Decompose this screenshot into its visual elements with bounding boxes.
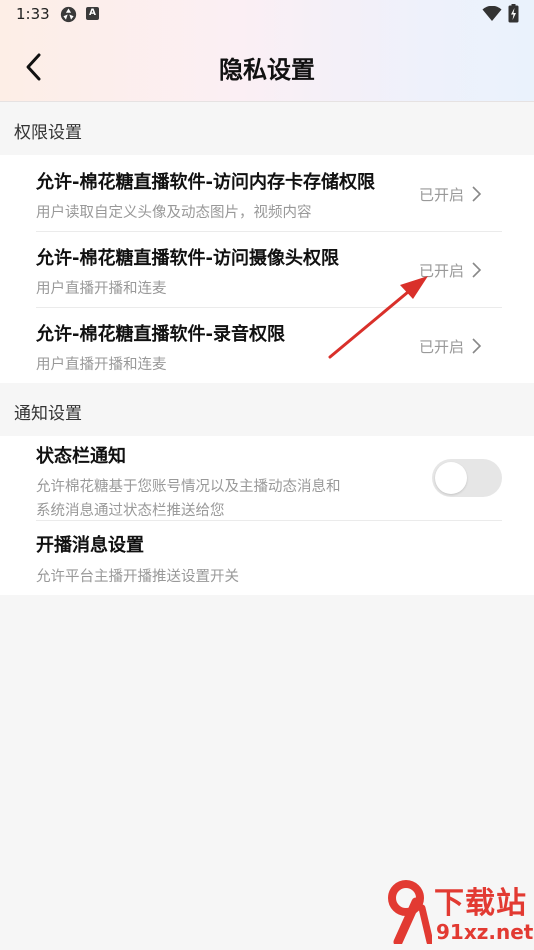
notification-description: 允许平台主播开播推送设置开关: [36, 569, 239, 585]
notification-row-live[interactable]: 开播消息设置 允许平台主播开播推送设置开关: [36, 521, 502, 595]
section-title-permissions: 权限设置: [14, 123, 82, 143]
watermark-title: 下载站: [434, 886, 527, 921]
permission-row-microphone[interactable]: 允许-棉花糖直播软件-录音权限 用户直播开播和连麦 已开启: [36, 308, 502, 383]
status-time: 1:33: [16, 5, 50, 23]
permission-title: 允许-棉花糖直播软件-录音权限: [36, 324, 285, 345]
watermark-logo: [388, 880, 432, 944]
statusbar-notification-toggle[interactable]: [432, 459, 502, 497]
toggle-knob: [435, 462, 467, 494]
battery-icon: [508, 4, 519, 23]
permission-description: 用户直播开播和连麦: [36, 281, 167, 297]
page-title: 隐私设置: [219, 56, 315, 84]
notification-title: 开播消息设置: [36, 535, 144, 556]
notifications-card: 状态栏通知 允许棉花糖基于您账号情况以及主播动态消息和 系统消息通过状态栏推送给…: [0, 436, 534, 595]
watermark: 下载站 91xz.net: [386, 874, 534, 950]
permission-row-camera[interactable]: 允许-棉花糖直播软件-访问摄像头权限 用户直播开播和连麦 已开启: [36, 232, 502, 308]
notification-description: 允许棉花糖基于您账号情况以及主播动态消息和: [36, 479, 341, 495]
permission-title: 允许-棉花糖直播软件-访问内存卡存储权限: [36, 172, 375, 193]
chevron-right-icon: [472, 338, 482, 354]
watermark-url: 91xz.net: [436, 920, 534, 944]
wifi-icon: [482, 6, 502, 21]
permission-description: 用户直播开播和连麦: [36, 357, 167, 373]
permissions-card: 允许-棉花糖直播软件-访问内存卡存储权限 用户读取自定义头像及动态图片，视频内容…: [0, 155, 534, 383]
permission-title: 允许-棉花糖直播软件-访问摄像头权限: [36, 248, 339, 269]
permission-status: 已开启: [418, 262, 464, 280]
permission-description: 用户读取自定义头像及动态图片，视频内容: [36, 205, 312, 221]
notification-title: 状态栏通知: [36, 446, 126, 467]
notification-description: 系统消息通过状态栏推送给您: [36, 503, 225, 519]
section-title-notifications: 通知设置: [14, 404, 82, 424]
permission-row-storage[interactable]: 允许-棉花糖直播软件-访问内存卡存储权限 用户读取自定义头像及动态图片，视频内容…: [36, 155, 502, 231]
status-notification-icon: A: [86, 7, 99, 20]
chevron-right-icon: [472, 186, 482, 202]
header-bar: 1:33 A 隐私设置: [0, 0, 534, 102]
status-bar: 1:33 A: [0, 0, 534, 30]
status-app-icon: [60, 6, 77, 23]
permission-status: 已开启: [418, 338, 464, 356]
chevron-right-icon: [472, 262, 482, 278]
permission-status: 已开启: [418, 186, 464, 204]
